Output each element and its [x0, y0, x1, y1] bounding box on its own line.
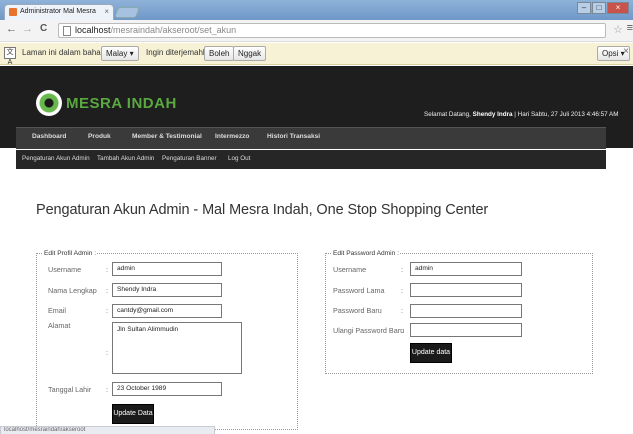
fullname-label: Nama Lengkap — [48, 286, 97, 295]
username-label: Username — [48, 265, 82, 274]
welcome-prefix: Selamat Datang, — [424, 111, 473, 118]
reload-icon[interactable]: C — [40, 23, 47, 34]
browser-window: Administrator Mal Mesra × – □ × ← → C lo… — [0, 0, 633, 434]
browser-tab[interactable]: Administrator Mal Mesra × — [4, 4, 114, 20]
update-profile-button[interactable]: Update Data — [112, 404, 154, 424]
colon: : — [401, 286, 403, 295]
welcome-user: Shendy Indra — [472, 111, 513, 118]
address-bar[interactable]: localhost/mesraindah/akseroot/set_akun — [58, 23, 606, 38]
new-tab-button[interactable] — [113, 7, 141, 18]
new-password-label: Password Baru — [333, 306, 382, 315]
bookmark-star-icon[interactable]: ☆ — [613, 23, 623, 36]
birthdate-field[interactable]: 23 October 1989 — [112, 382, 222, 396]
subnav-pengaturan-akun[interactable]: Pengaturan Akun Admin — [22, 155, 90, 162]
page-title: Pengaturan Akun Admin - Mal Mesra Indah,… — [36, 202, 489, 218]
subnav-tambah-akun[interactable]: Tambah Akun Admin — [97, 155, 154, 162]
tab-close-icon[interactable]: × — [104, 7, 109, 16]
update-password-button[interactable]: Update data — [410, 343, 452, 363]
url-path: /mesraindah/akseroot/set_akun — [110, 25, 237, 35]
profile-form-legend: Edit Profil Admin : — [44, 250, 97, 257]
nav-produk[interactable]: Produk — [88, 133, 111, 140]
subnav-pengaturan-banner[interactable]: Pengaturan Banner — [162, 155, 217, 162]
repeat-password-label: Ulangi Password Baru — [333, 326, 405, 335]
welcome-date: | Hari Sabtu, 27 Juli 2013 4:46:57 AM — [512, 111, 619, 118]
nav-intermezzo[interactable]: Intermezzo — [215, 133, 249, 140]
menu-icon[interactable]: ≡ — [627, 22, 633, 34]
translate-no-button[interactable]: Nggak — [233, 46, 267, 61]
toolbar: ← → C localhost/mesraindah/akseroot/set_… — [0, 20, 633, 42]
sub-nav: Pengaturan Akun Admin Tambah Akun Admin … — [16, 150, 606, 169]
subnav-logout[interactable]: Log Out — [228, 155, 250, 162]
email-label: Email — [48, 306, 66, 315]
pw-username-label: Username — [333, 265, 367, 274]
translate-icon: 文A — [4, 47, 16, 66]
address-field[interactable]: Jln Sultan Alimmudin — [112, 322, 242, 374]
colon: : — [106, 348, 108, 357]
nav-dashboard[interactable]: Dashboard — [32, 133, 66, 140]
old-password-label: Password Lama — [333, 286, 385, 295]
colon: : — [106, 385, 108, 394]
colon: : — [106, 286, 108, 295]
status-bar: localhost/mesraindah/akseroot — [0, 426, 215, 434]
title-bar: Administrator Mal Mesra × – □ × — [0, 0, 633, 20]
old-password-field[interactable] — [410, 283, 522, 297]
birthdate-label: Tanggal Lahir — [48, 385, 92, 394]
colon: : — [401, 265, 403, 274]
colon: : — [106, 306, 108, 315]
fullname-field[interactable]: Shendy Indra — [112, 283, 222, 297]
address-label: Alamat — [48, 321, 71, 330]
maximize-icon[interactable]: □ — [592, 2, 606, 14]
logo-icon — [36, 90, 62, 116]
page-icon — [63, 26, 71, 36]
repeat-password-field[interactable] — [410, 323, 522, 337]
password-form-legend: Edit Password Admin : — [333, 250, 399, 257]
window-controls: – □ × — [577, 2, 629, 16]
main-nav: Dashboard Produk Member & Testimonial In… — [16, 127, 606, 149]
colon: : — [106, 265, 108, 274]
url-text: localhost/mesraindah/akseroot/set_akun — [75, 25, 236, 35]
translate-prefix: Laman ini dalam bahasa — [22, 48, 110, 57]
nav-member-testimonial[interactable]: Member & Testimonial — [132, 133, 202, 140]
new-password-field[interactable] — [410, 304, 522, 318]
colon: : — [401, 326, 403, 335]
logo-text: MESRA INDAH — [66, 95, 177, 112]
translate-yes-button[interactable]: Boleh — [204, 46, 235, 61]
back-icon[interactable]: ← — [6, 23, 17, 35]
welcome-text: Selamat Datang, Shendy Indra | Hari Sabt… — [424, 111, 619, 118]
nav-histori-transaksi[interactable]: Histori Transaksi — [267, 133, 320, 140]
username-field[interactable]: admin — [112, 262, 222, 276]
email-field[interactable]: cantdy@gmail.com — [112, 304, 222, 318]
translate-close-icon[interactable]: × — [623, 46, 629, 57]
translate-bar: 文A Laman ini dalam bahasa Malay ▾ Ingin … — [0, 43, 633, 66]
tab-title: Administrator Mal Mesra — [20, 8, 96, 15]
language-select[interactable]: Malay ▾ — [101, 46, 139, 61]
colon: : — [401, 306, 403, 315]
forward-icon[interactable]: → — [22, 23, 33, 35]
window-close-icon[interactable]: × — [607, 2, 629, 14]
url-host: localhost — [75, 25, 111, 35]
pw-username-field[interactable]: admin — [410, 262, 522, 276]
minimize-icon[interactable]: – — [577, 2, 591, 14]
favicon-icon — [9, 8, 17, 16]
